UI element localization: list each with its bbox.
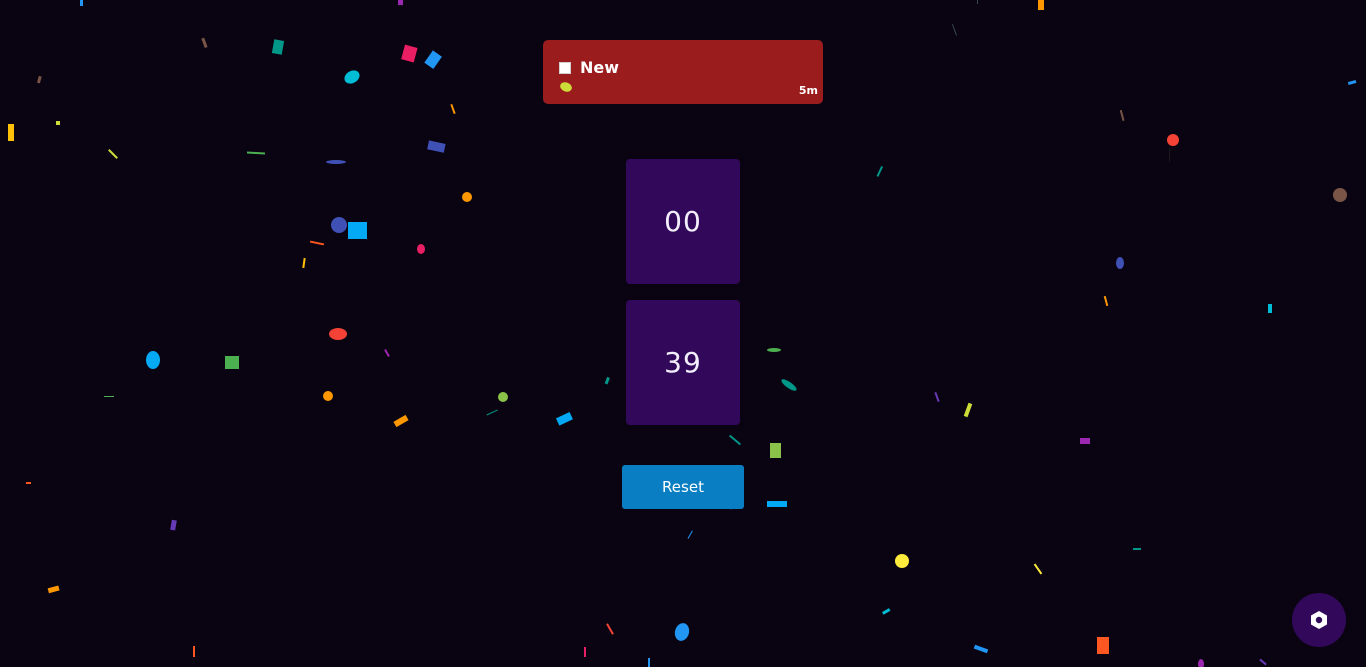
minutes-display: 00 — [626, 159, 740, 284]
reset-button[interactable]: Reset — [622, 465, 744, 509]
minutes-value: 00 — [664, 205, 702, 238]
seconds-value: 39 — [664, 346, 702, 379]
seconds-display: 39 — [626, 300, 740, 425]
notification-title: New — [580, 58, 620, 77]
hexagon-settings-icon — [1311, 611, 1327, 629]
notification-card: New 5m — [543, 40, 823, 104]
notification-checkbox[interactable] — [559, 62, 571, 74]
confetti-piece — [560, 82, 572, 92]
confetti-timer-screen: New 5m 00 39 Reset — [0, 0, 1366, 667]
notification-time: 5m — [798, 84, 818, 97]
settings-fab-button[interactable] — [1292, 593, 1346, 647]
